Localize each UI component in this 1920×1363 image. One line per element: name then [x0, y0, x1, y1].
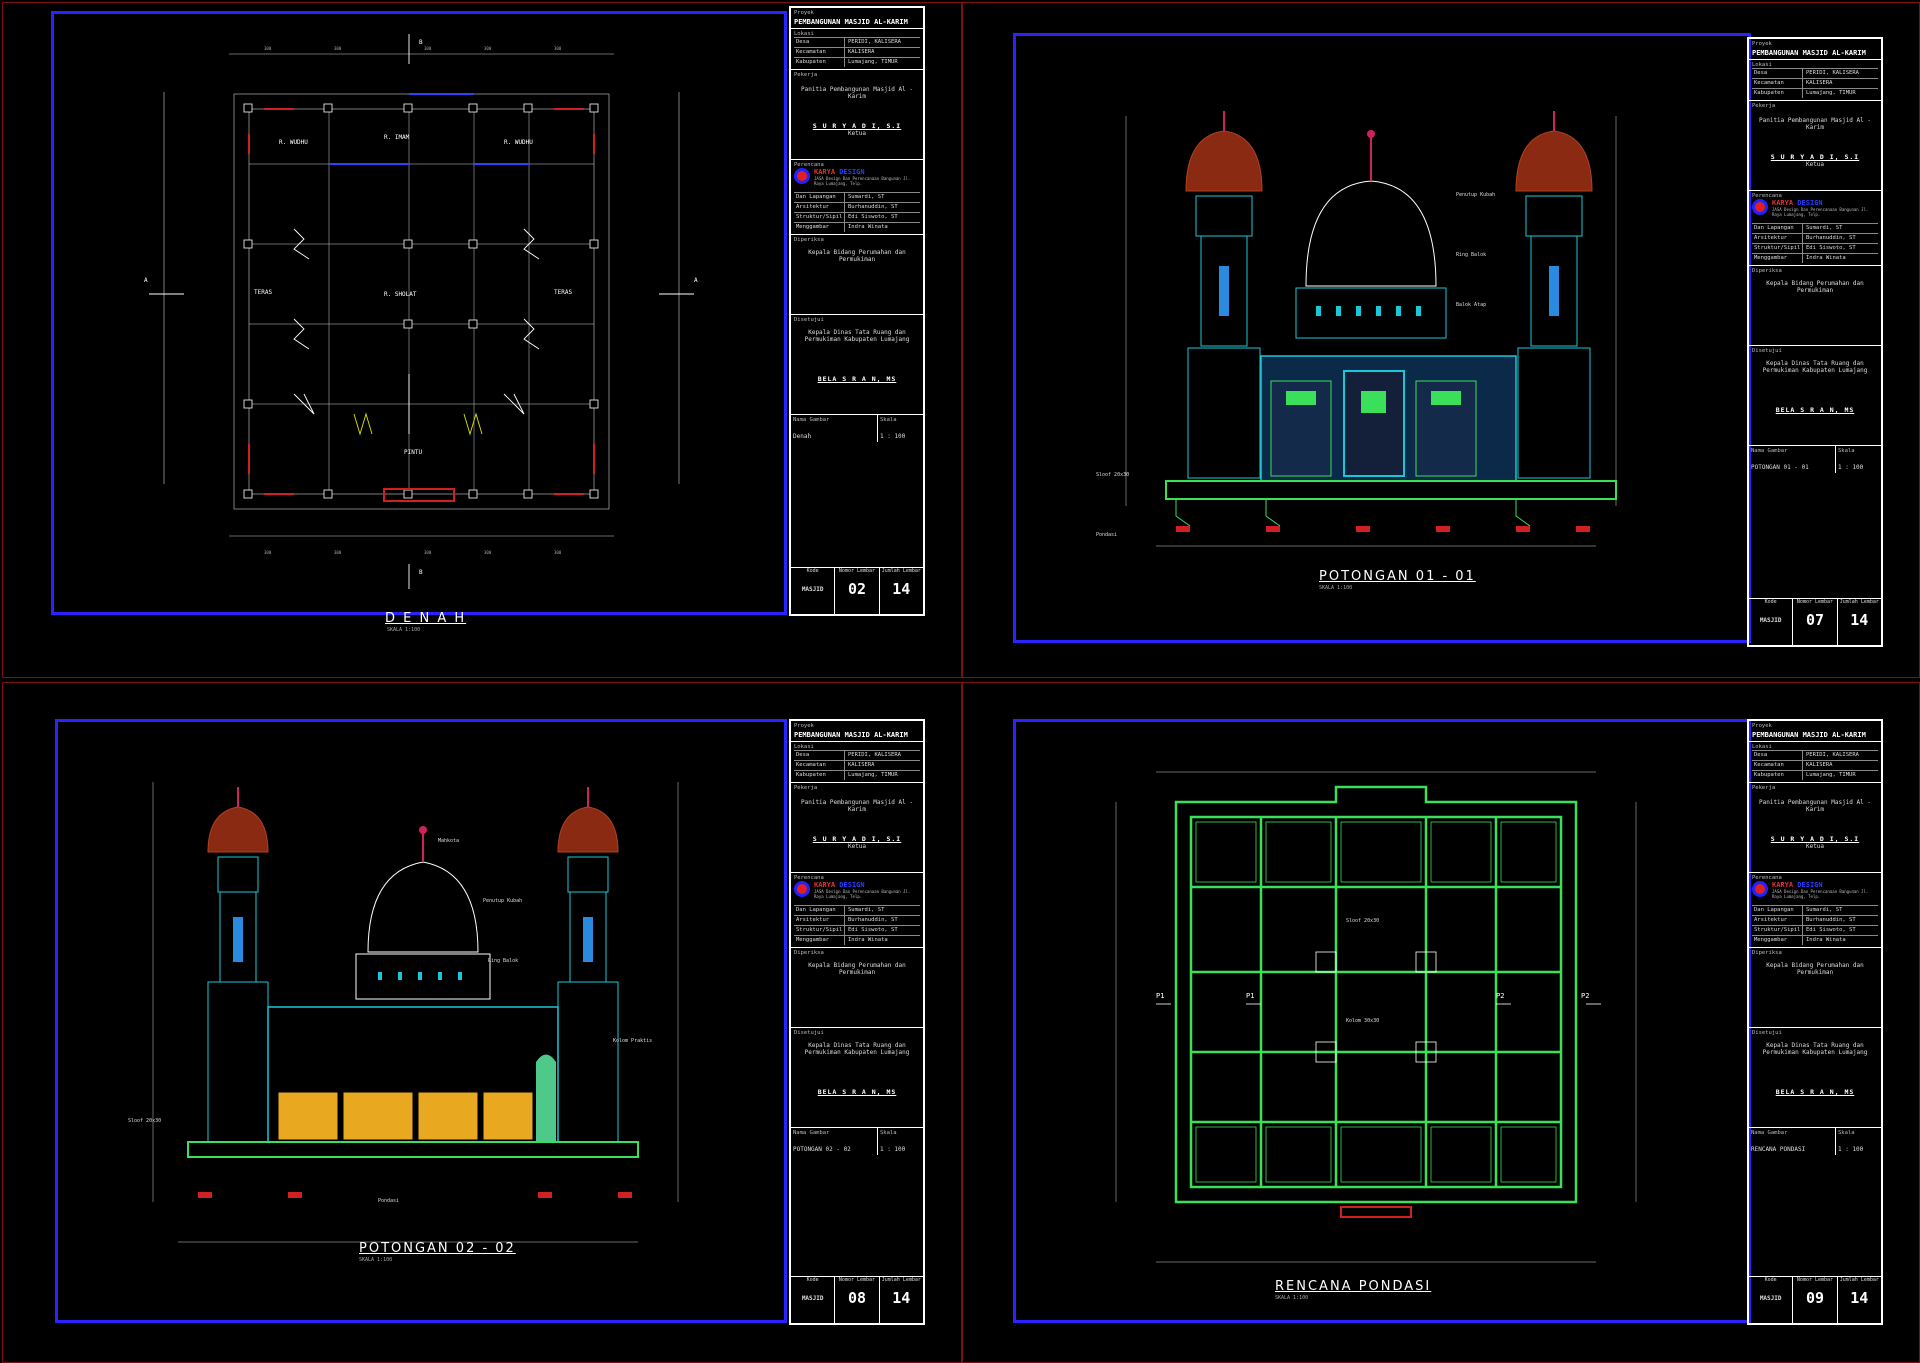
title-block: Proyek PEMBANGUNAN MASJID AL-KARIM Lokasi… [789, 719, 925, 1325]
svg-text:Mahkota: Mahkota [438, 838, 459, 844]
svg-text:Sloof 20x30: Sloof 20x30 [1096, 472, 1129, 478]
company-logo-icon [1752, 881, 1768, 897]
svg-text:TERAS: TERAS [254, 289, 272, 296]
drawing-scale: SKALA 1:100 [359, 1257, 393, 1263]
svg-text:Sloof 20x30: Sloof 20x30 [128, 1118, 161, 1124]
svg-text:Ring Balok: Ring Balok [488, 958, 518, 964]
svg-text:Sloof 20x30: Sloof 20x30 [1346, 918, 1379, 924]
tb-diperiksa: Diperiksa Kepala Bidang Perumahan dan Pe… [791, 235, 923, 315]
svg-text:P1: P1 [1156, 992, 1164, 1000]
svg-text:PINTU: PINTU [404, 449, 422, 456]
tb-pekerja: Pekerja Panitia Pembangunan Masjid Al - … [791, 70, 923, 160]
svg-text:Kolom 30x30: Kolom 30x30 [1346, 1018, 1379, 1024]
tb-nama-gambar: Nama Gambar Denah Skala 1 : 100 [793, 415, 906, 442]
svg-text:300: 300 [264, 46, 272, 51]
svg-text:300: 300 [484, 46, 492, 51]
svg-text:300: 300 [424, 550, 432, 555]
sheet-rencana-pondasi[interactable]: P1 P1 P2 P2 Sloof 20x30 Kolom 30x30 RENC… [962, 682, 1920, 1363]
drawing-title: POTONGAN 02 - 02 [359, 1241, 516, 1256]
tb-sheet-number: Kode MASJID Nomor Lembar 02 Jumlah Lembar 1… [791, 567, 923, 614]
svg-text:300: 300 [554, 550, 562, 555]
tb-disetujui: Disetujui Kepala Dinas Tata Ruang dan Pe… [791, 315, 923, 415]
svg-text:TERAS: TERAS [554, 289, 572, 296]
sheet-denah[interactable]: R. WUDHU R. IMAM R. WUDHU R. SHOLAT TERA… [2, 2, 962, 678]
svg-text:300: 300 [264, 550, 272, 555]
drawing-frame: Penutup Kubah Ring Balok Balok Atap Sloo… [1013, 33, 1751, 643]
svg-text:B: B [419, 39, 423, 46]
drawing-frame: P1 P1 P2 P2 Sloof 20x30 Kolom 30x30 [1013, 719, 1751, 1323]
svg-text:Penutup Kubah: Penutup Kubah [1456, 192, 1495, 198]
svg-text:Kolom Praktis: Kolom Praktis [613, 1038, 652, 1044]
company-logo-icon [794, 881, 810, 897]
section-01-drawing: Penutup Kubah Ring Balok Balok Atap Sloo… [1096, 111, 1617, 547]
title-block: Proyek PEMBANGUNAN MASJID AL-KARIM Lokasi… [789, 6, 925, 616]
drawing-title: POTONGAN 01 - 01 [1319, 569, 1476, 584]
drawing-frame: R. WUDHU R. IMAM R. WUDHU R. SHOLAT TERA… [51, 11, 787, 615]
svg-text:P2: P2 [1581, 992, 1589, 1000]
svg-text:R. IMAM: R. IMAM [384, 134, 410, 141]
foundation-plan-drawing: P1 P1 P2 P2 Sloof 20x30 Kolom 30x30 [1115, 771, 1637, 1263]
drawing-frame: Mahkota Penutup Kubah Ring Balok Kolom P… [55, 719, 787, 1323]
svg-text:B: B [419, 569, 423, 576]
svg-text:300: 300 [334, 550, 342, 555]
sheet-potongan-01[interactable]: Penutup Kubah Ring Balok Balok Atap Sloo… [962, 2, 1920, 678]
drawing-title: D E N A H [385, 611, 467, 626]
section-02-drawing: Mahkota Penutup Kubah Ring Balok Kolom P… [128, 782, 679, 1243]
company-logo-icon [1752, 199, 1768, 215]
floor-plan-drawing: R. WUDHU R. IMAM R. WUDHU R. SHOLAT TERA… [144, 34, 698, 589]
tb-lokasi: Lokasi Desa PERIDI, KALISERA Kecamatan KAL… [791, 29, 923, 70]
svg-text:300: 300 [424, 46, 432, 51]
tb-proyek: Proyek PEMBANGUNAN MASJID AL-KARIM [791, 8, 923, 29]
svg-text:R. SHOLAT: R. SHOLAT [384, 291, 417, 298]
svg-text:A: A [144, 277, 148, 284]
tb-perencana: Perencana KARYA DESIGN JASA Design Dan Pe… [791, 160, 923, 235]
svg-text:A: A [694, 277, 698, 284]
svg-text:Ring Balok: Ring Balok [1456, 252, 1486, 258]
drawing-title: RENCANA PONDASI [1275, 1279, 1432, 1294]
svg-text:R. WUDHU: R. WUDHU [504, 139, 533, 146]
svg-text:P1: P1 [1246, 992, 1254, 1000]
svg-text:300: 300 [554, 46, 562, 51]
svg-text:P2: P2 [1496, 992, 1504, 1000]
title-block: Proyek PEMBANGUNAN MASJID AL-KARIM Lokasi… [1747, 37, 1883, 647]
svg-text:300: 300 [334, 46, 342, 51]
drawing-scale: SKALA 1:100 [387, 627, 421, 633]
drawing-scale: SKALA 1:100 [1319, 585, 1353, 591]
sheet-potongan-02[interactable]: Mahkota Penutup Kubah Ring Balok Kolom P… [2, 682, 962, 1363]
svg-text:Penutup Kubah: Penutup Kubah [483, 898, 522, 904]
company-logo-icon [794, 168, 810, 184]
svg-text:Pondasi: Pondasi [378, 1198, 399, 1204]
title-block: Proyek PEMBANGUNAN MASJID AL-KARIM Lokasi… [1747, 719, 1883, 1325]
svg-text:300: 300 [484, 550, 492, 555]
svg-text:Balok Atap: Balok Atap [1456, 302, 1486, 308]
svg-text:Pondasi: Pondasi [1096, 532, 1117, 538]
svg-text:R. WUDHU: R. WUDHU [279, 139, 308, 146]
drawing-scale: SKALA 1:100 [1275, 1295, 1309, 1301]
